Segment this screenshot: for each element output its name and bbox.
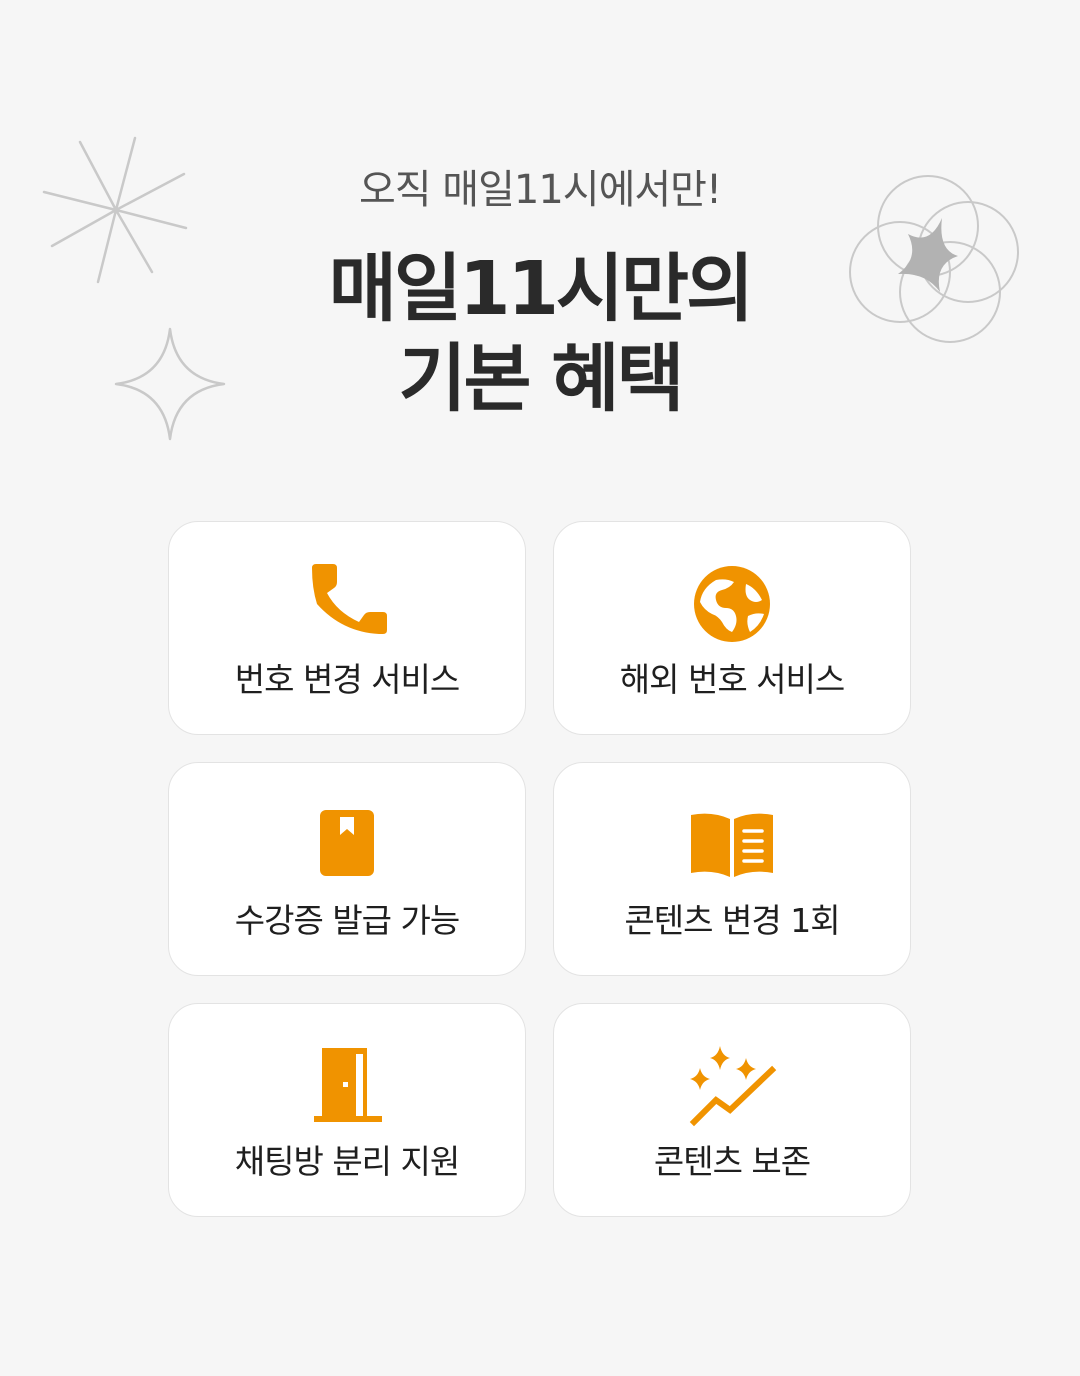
sparkle-trend-icon bbox=[689, 1046, 777, 1127]
bookmark-book-icon bbox=[320, 810, 374, 876]
benefit-card-certificate: 수강증 발급 가능 bbox=[168, 762, 526, 976]
door-icon bbox=[314, 1048, 382, 1122]
phone-icon bbox=[312, 564, 387, 634]
benefit-label: 콘텐츠 변경 1회 bbox=[624, 901, 840, 940]
benefit-card-chat-room: 채팅방 분리 지원 bbox=[168, 1003, 526, 1217]
title-line-1: 매일11시만의 bbox=[328, 246, 754, 332]
benefit-label: 번호 변경 서비스 bbox=[234, 660, 461, 699]
open-book-icon bbox=[691, 813, 773, 877]
benefit-label: 채팅방 분리 지원 bbox=[234, 1142, 461, 1181]
subtitle: 오직 매일11시에서만! bbox=[358, 167, 722, 213]
globe-icon bbox=[694, 566, 770, 642]
benefit-card-overseas-number: 해외 번호 서비스 bbox=[553, 521, 911, 735]
page-title: 매일11시만의 기본 혜택 bbox=[0, 244, 1080, 424]
benefit-card-content-preserve: 콘텐츠 보존 bbox=[553, 1003, 911, 1217]
benefit-card-number-change: 번호 변경 서비스 bbox=[168, 521, 526, 735]
title-line-2: 기본 혜택 bbox=[398, 336, 684, 422]
benefit-card-content-change: 콘텐츠 변경 1회 bbox=[553, 762, 911, 976]
benefit-label: 해외 번호 서비스 bbox=[619, 660, 846, 699]
benefits-grid: 번호 변경 서비스 해외 번호 서비스 수강증 발급 가능 콘텐츠 변경 1회 … bbox=[168, 521, 912, 1217]
benefit-label: 수강증 발급 가능 bbox=[234, 901, 461, 940]
benefit-label: 콘텐츠 보존 bbox=[653, 1142, 811, 1181]
